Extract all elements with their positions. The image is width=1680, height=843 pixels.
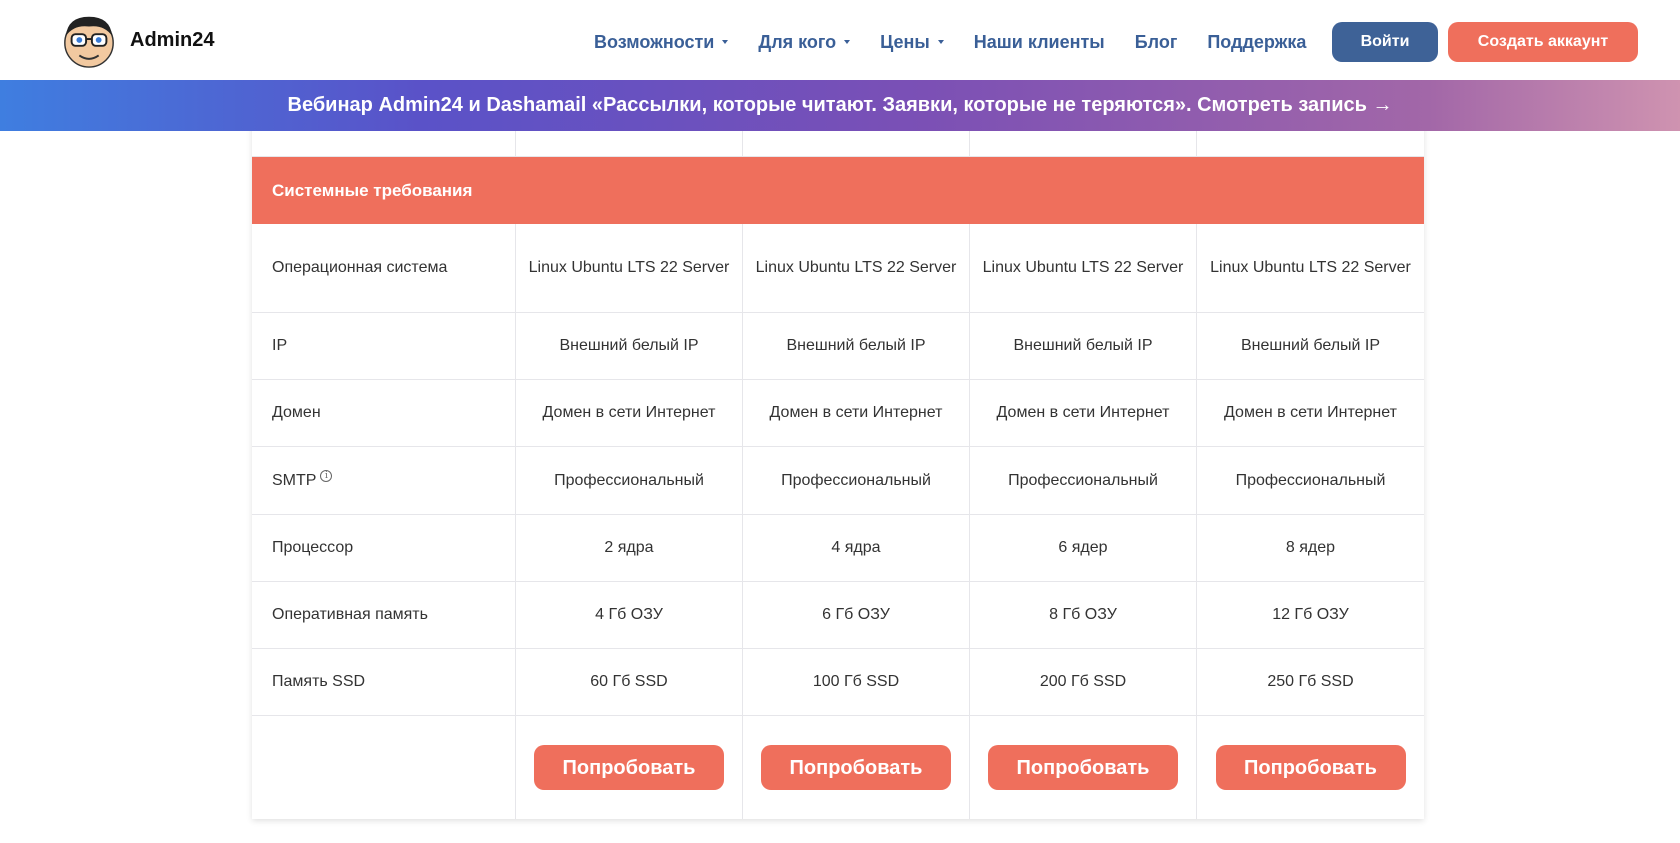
nav-item-clients[interactable]: Наши клиенты	[974, 32, 1105, 53]
site-header: Admin24 Возможности Для кого Цены Наши к…	[0, 0, 1680, 80]
caret-down-icon	[937, 40, 944, 44]
section-title: Системные требования	[272, 180, 473, 200]
row-label: IP	[252, 313, 516, 379]
mascot-face-icon	[64, 16, 114, 68]
table-row-actions: Попробовать Попробовать Попробовать Попр…	[252, 716, 1424, 819]
logo-text: Admin24	[130, 28, 215, 51]
nav-label: Возможности	[594, 31, 715, 52]
info-icon[interactable]: i	[320, 469, 333, 482]
table-row-smtp: SMTP i Профессиональный Профессиональный…	[252, 447, 1424, 515]
row-label: Домен	[252, 380, 516, 446]
caret-down-icon	[844, 40, 851, 44]
row-value: Профессиональный	[1235, 471, 1386, 489]
row-value: Домен в сети Интернет	[516, 380, 743, 446]
webinar-banner[interactable]: Вебинар Admin24 и Dashamail «Рассылки, к…	[0, 80, 1680, 131]
row-label: Процессор	[252, 515, 516, 581]
table-cell	[252, 716, 516, 819]
table-cell: Попробовать	[743, 716, 970, 819]
main-nav: Возможности Для кого Цены Наши клиенты Б…	[594, 0, 1336, 84]
row-value: Профессиональный	[970, 447, 1197, 514]
table-cell: Попробовать	[970, 716, 1197, 819]
logo[interactable]: Admin24	[40, 4, 230, 76]
row-label: Память SSD	[252, 649, 516, 715]
row-value: 200 Гб SSD	[970, 649, 1197, 715]
row-value: 6 ядер	[970, 515, 1197, 581]
caret-down-icon	[722, 40, 729, 44]
login-button[interactable]: Войти	[1332, 22, 1438, 62]
row-value: Внешний белый IP	[970, 313, 1197, 379]
try-button[interactable]: Попробовать	[988, 745, 1178, 790]
nav-item-audience[interactable]: Для кого	[758, 31, 851, 53]
try-button[interactable]: Попробовать	[534, 745, 724, 790]
row-value: Linux Ubuntu LTS 22 Server	[1210, 259, 1411, 276]
row-label-text: SMTP	[272, 471, 317, 489]
nav-label: Наши клиенты	[973, 31, 1105, 52]
table-row-ssd: Память SSD 60 Гб SSD 100 Гб SSD 200 Гб S…	[252, 649, 1424, 716]
row-value: 60 Гб SSD	[516, 649, 743, 715]
signup-button[interactable]: Создать аккаунт	[1448, 22, 1638, 62]
table-row-ip: IP Внешний белый IP Внешний белый IP Вне…	[252, 313, 1424, 380]
row-value: 8 ядер	[1285, 539, 1336, 556]
row-value: Внешний белый IP	[743, 313, 970, 379]
try-button[interactable]: Попробовать	[1215, 745, 1406, 790]
try-button[interactable]: Попробовать	[761, 745, 951, 790]
row-value: 250 Гб SSD	[1267, 673, 1354, 690]
row-label: Операционная система	[252, 224, 516, 312]
row-value: Домен в сети Интернет	[970, 380, 1197, 446]
row-value: 4 ядра	[743, 515, 970, 581]
row-value: Linux Ubuntu LTS 22 Server	[970, 224, 1197, 312]
row-value: Linux Ubuntu LTS 22 Server	[516, 224, 743, 312]
nav-label: Блог	[1134, 31, 1178, 52]
table-row-os: Операционная система Linux Ubuntu LTS 22…	[252, 224, 1424, 313]
row-value: Внешний белый IP	[1240, 337, 1381, 354]
nav-item-support[interactable]: Поддержка	[1207, 32, 1306, 53]
row-value: Профессиональный	[743, 447, 970, 514]
row-value: Linux Ubuntu LTS 22 Server	[743, 224, 970, 312]
table-row-domain: Домен Домен в сети Интернет Домен в сети…	[252, 380, 1424, 447]
row-value: Домен в сети Интернет	[743, 380, 970, 446]
table-row-ram: Оперативная память 4 Гб ОЗУ 6 Гб ОЗУ 8 Г…	[252, 582, 1424, 649]
table-cell: Попробовать	[516, 716, 743, 819]
table-row-cpu: Процессор 2 ядра 4 ядра 6 ядер 8 ядер	[252, 515, 1424, 582]
nav-label: Поддержка	[1207, 31, 1307, 52]
row-value: 8 Гб ОЗУ	[970, 582, 1197, 648]
banner-text: Вебинар Admin24 и Dashamail «Рассылки, к…	[287, 94, 1393, 116]
row-value: Домен в сети Интернет	[1224, 404, 1397, 421]
row-value: Профессиональный	[516, 447, 743, 514]
row-label: SMTP i	[252, 447, 516, 514]
table-cell: Попробовать	[1197, 716, 1424, 819]
row-value: 12 Гб ОЗУ	[1272, 606, 1349, 623]
row-value: Внешний белый IP	[516, 313, 743, 379]
nav-label: Для кого	[758, 31, 837, 52]
row-value: 2 ядра	[516, 515, 743, 581]
row-value: 4 Гб ОЗУ	[516, 582, 743, 648]
section-header: Системные требования	[252, 157, 1424, 224]
nav-label: Цены	[880, 31, 930, 52]
row-label: Оперативная память	[252, 582, 516, 648]
nav-item-prices[interactable]: Цены	[880, 32, 944, 53]
nav-item-features[interactable]: Возможности	[594, 31, 729, 53]
row-value: 100 Гб SSD	[743, 649, 970, 715]
nav-item-blog[interactable]: Блог	[1135, 32, 1178, 53]
row-value: 6 Гб ОЗУ	[743, 582, 970, 648]
